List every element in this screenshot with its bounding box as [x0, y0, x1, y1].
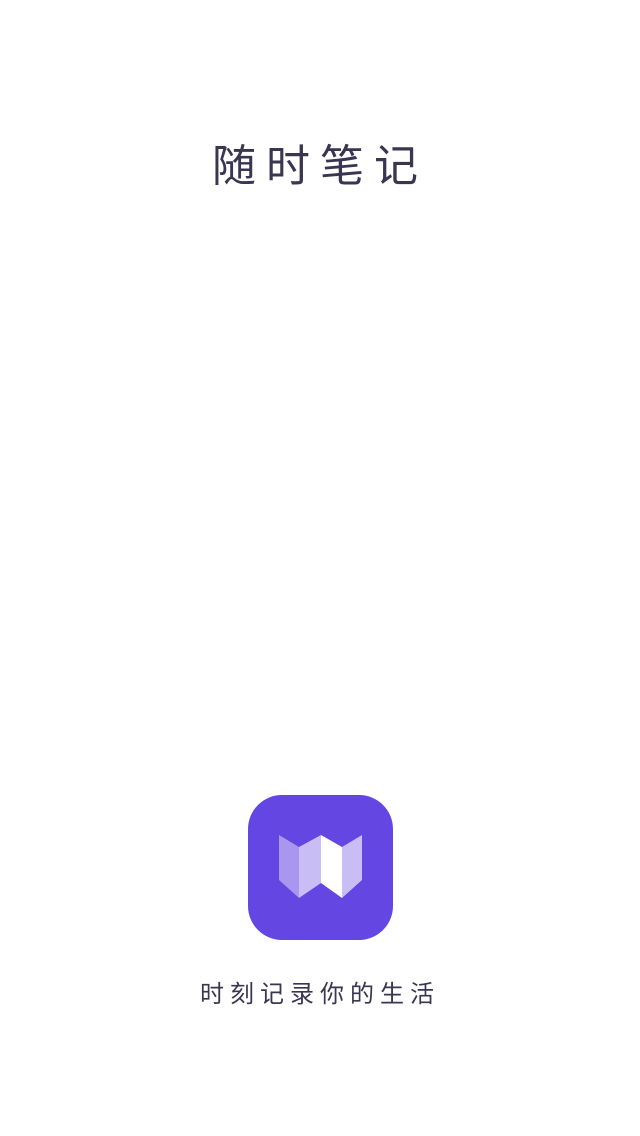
app-slogan: 时刻记录你的生活 — [200, 980, 440, 1008]
splash-screen: 随时笔记 时刻记录你的生活 — [0, 0, 640, 1136]
app-title: 随时笔记 — [212, 141, 428, 192]
logo-stripe-1 — [279, 835, 299, 898]
app-logo-w-icon — [248, 795, 393, 940]
logo-stripe-2 — [299, 835, 321, 898]
logo-stripe-3 — [321, 835, 342, 898]
logo-stripe-4 — [342, 835, 362, 898]
app-logo-w-graphic — [279, 835, 362, 898]
